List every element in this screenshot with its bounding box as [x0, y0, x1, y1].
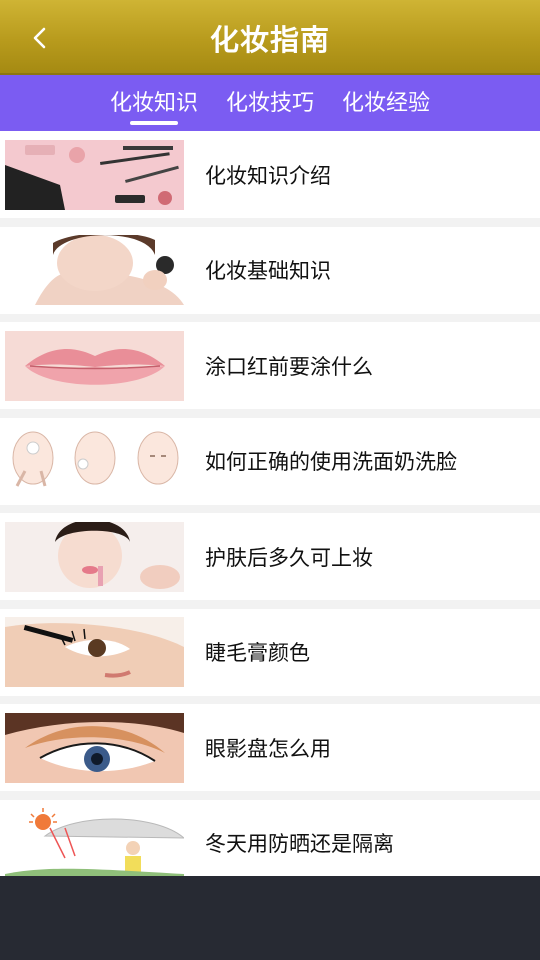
article-title: 眼影盘怎么用: [205, 736, 331, 761]
tab-label: 化妆知识: [109, 91, 198, 116]
bottom-bar: [0, 876, 540, 960]
back-button[interactable]: [22, 20, 58, 56]
list-item[interactable]: 眼影盘怎么用: [0, 704, 540, 791]
pink-lips-closeup-image: [5, 330, 184, 401]
list-item[interactable]: 冬天用防晒还是隔离: [0, 799, 540, 876]
article-title: 如何正确的使用洗面奶洗脸: [205, 450, 457, 474]
list-item[interactable]: 涂口红前要涂什么: [0, 322, 540, 409]
makeup-tools-flatlay-image: [5, 139, 184, 210]
tab-bar: 化妆知识 化妆技巧 化妆经验: [0, 75, 540, 131]
list-item[interactable]: 如何正确的使用洗面奶洗脸: [0, 417, 540, 505]
article-title: 护肤后多久可上妆: [205, 545, 373, 570]
eyeshadow-eye-closeup-image: [5, 712, 184, 783]
article-thumbnail: [5, 712, 184, 783]
sun-umbrella-illustration-image: [5, 808, 184, 876]
page-title: 化妆指南: [209, 22, 330, 57]
article-title: 睫毛膏颜色: [205, 641, 310, 665]
tab-label: 化妆技巧: [225, 91, 314, 116]
woman-with-lipstick-image: [5, 521, 184, 592]
article-thumbnail: [5, 521, 184, 592]
tab-makeup-experience[interactable]: 化妆经验: [328, 75, 444, 131]
chevron-left-icon: [33, 27, 46, 49]
list-item[interactable]: 睫毛膏颜色: [0, 608, 540, 696]
article-title: 涂口红前要涂什么: [205, 354, 373, 379]
tab-label: 化妆经验: [342, 91, 431, 116]
tab-makeup-knowledge[interactable]: 化妆知识: [96, 75, 212, 131]
tab-makeup-tips[interactable]: 化妆技巧: [212, 75, 328, 131]
article-thumbnail: [5, 808, 184, 876]
active-tab-indicator: [129, 121, 178, 125]
list-item[interactable]: 护肤后多久可上妆: [0, 513, 540, 600]
list-item[interactable]: 化妆基础知识: [0, 226, 540, 314]
face-washing-steps-image: [5, 426, 184, 496]
article-list[interactable]: 化妆知识介绍 化妆基础知识 涂口红前要涂什么 如何正确的使用洗面奶洗脸 护肤后多…: [0, 131, 540, 876]
article-title: 化妆知识介绍: [205, 163, 331, 188]
article-thumbnail: [5, 617, 184, 687]
woman-applying-blush-image: [5, 235, 184, 305]
article-thumbnail: [5, 139, 184, 210]
article-thumbnail: [5, 330, 184, 401]
list-item[interactable]: 化妆知识介绍: [0, 131, 540, 218]
article-thumbnail: [5, 235, 184, 305]
app-header: 化妆指南: [0, 0, 540, 75]
article-thumbnail: [5, 426, 184, 496]
mascara-application-image: [5, 617, 184, 687]
article-title: 冬天用防晒还是隔离: [205, 832, 394, 856]
article-title: 化妆基础知识: [205, 259, 331, 283]
